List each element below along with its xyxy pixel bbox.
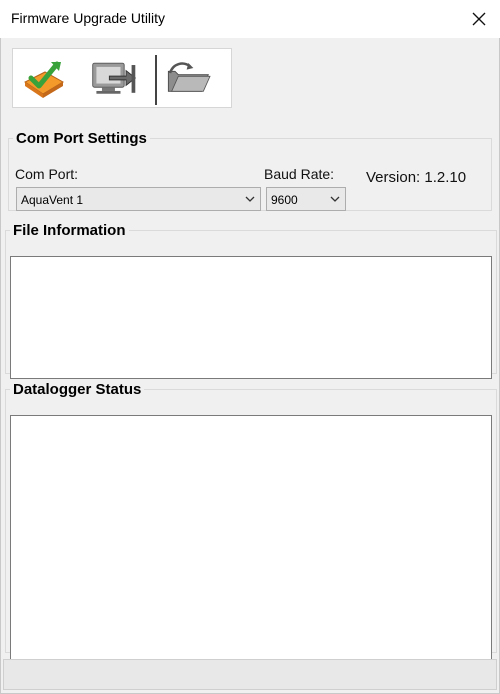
com-port-select[interactable]: AquaVent 1: [16, 187, 261, 211]
chevron-down-icon: [245, 196, 255, 202]
baud-rate-value: 9600: [271, 193, 298, 207]
check-upload-icon: [24, 61, 64, 98]
datalogger-status-legend: Datalogger Status: [13, 381, 142, 398]
upload-firmware-button[interactable]: [19, 55, 69, 101]
file-information-group: File Information: [5, 222, 497, 379]
chevron-down-icon: [330, 196, 340, 202]
baud-rate-label: Baud Rate:: [264, 166, 335, 182]
toolbar: [12, 48, 232, 108]
datalogger-status-group: Datalogger Status: [5, 381, 497, 661]
com-port-settings-group: Com Port Settings Com Port: AquaVent 1 B…: [8, 130, 492, 211]
datalogger-status-box[interactable]: [10, 415, 492, 661]
toolbar-separator: [155, 55, 157, 105]
open-file-button[interactable]: [165, 55, 215, 101]
com-port-value: AquaVent 1: [21, 193, 84, 207]
close-icon: [472, 12, 486, 26]
monitor-transfer-icon: [92, 62, 137, 94]
com-port-settings-legend: Com Port Settings: [16, 130, 147, 147]
close-button[interactable]: [458, 0, 500, 38]
file-information-box[interactable]: [10, 256, 492, 379]
baud-rate-select[interactable]: 9600: [266, 187, 346, 211]
status-bar: [3, 659, 497, 690]
transfer-button[interactable]: [89, 55, 139, 101]
com-port-label: Com Port:: [15, 166, 79, 182]
file-information-legend: File Information: [13, 222, 126, 239]
window-title: Firmware Upgrade Utility: [11, 10, 166, 26]
version-label: Version: 1.2.10: [366, 169, 467, 186]
open-folder-icon: [167, 62, 211, 92]
title-bar: Firmware Upgrade Utility: [0, 0, 500, 38]
